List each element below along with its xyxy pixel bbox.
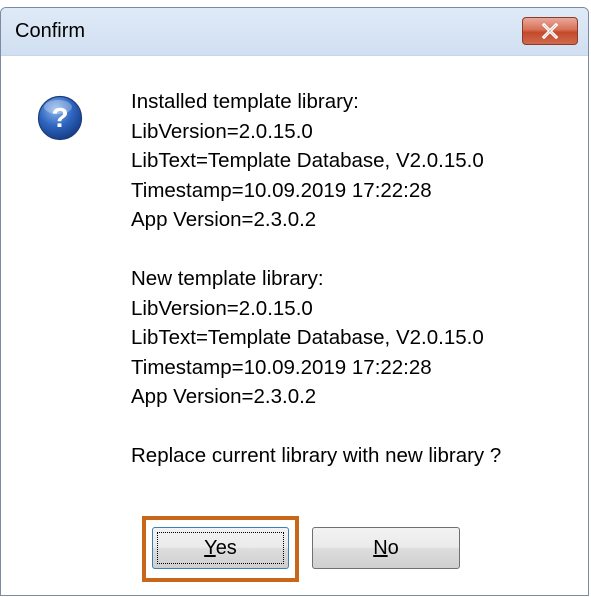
new-lib-version: LibVersion=2.0.15.0 [131,296,313,320]
question-icon: ? [37,95,83,141]
yes-button[interactable]: Yes [152,527,289,569]
installed-app-version: App Version=2.3.0.2 [131,208,317,231]
installed-timestamp: Timestamp=10.09.2019 17:22:28 [131,178,432,202]
message-text: Installed template library: LibVersion=2… [131,87,501,471]
confirm-dialog: Confirm ? Installed template library: Li… [0,7,589,596]
no-label-rest: o [387,536,399,559]
new-heading: New template library: [131,267,324,290]
no-button[interactable]: No [312,527,460,569]
svg-text:?: ? [51,102,68,133]
new-app-version: App Version=2.3.0.2 [131,385,317,408]
installed-lib-version: LibVersion=2.0.15.0 [131,119,313,143]
dialog-body: ? Installed template library: LibVersion… [1,56,588,595]
new-timestamp: Timestamp=10.09.2019 17:22:28 [131,355,432,379]
no-button-label: No [373,537,399,560]
close-button[interactable] [522,17,578,45]
no-mnemonic: N [373,536,388,559]
title-bar[interactable]: Confirm [1,8,588,56]
installed-lib-text: LibText=Template Database, V2.0.15.0 [131,149,484,172]
focus-rectangle [157,532,284,564]
installed-heading: Installed template library: [131,90,359,113]
new-lib-text: LibText=Template Database, V2.0.15.0 [131,326,484,349]
question-text: Replace current library with new library… [131,444,502,467]
close-icon [541,23,559,39]
window-title: Confirm [15,20,86,42]
